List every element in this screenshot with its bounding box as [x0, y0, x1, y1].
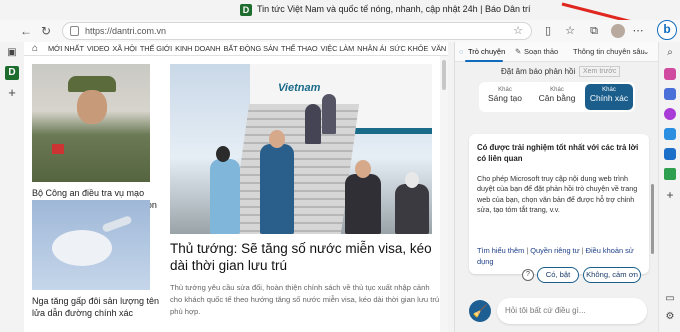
title-bar: D Tin tức Việt Nam và quốc tế nóng, nhan… [0, 0, 680, 30]
chat-scrollbar-thumb[interactable] [651, 184, 654, 254]
style-balanced-button[interactable]: Khác Cân bằng [533, 84, 581, 110]
chat-input[interactable]: Hỏi tôi bất cứ điều gì... [497, 298, 647, 324]
sidebar-layout-icon[interactable]: ▭ [663, 292, 677, 306]
nav-items: MỚI NHẤT VIDEO XÃ HỘI THẾ GIỚI KINH DOANH BẤT… [48, 44, 448, 53]
new-topic-broom-icon[interactable]: 🧹 [469, 300, 491, 322]
shopping-tag-icon[interactable] [664, 68, 676, 80]
nav-item[interactable]: KINH DOANH [175, 44, 221, 53]
no-thanks-button[interactable]: Không, cảm ơn [583, 267, 641, 283]
hero-airline-logo: Vietnam [278, 82, 321, 94]
privacy-link[interactable]: Quyền riêng tư [530, 246, 579, 255]
conversation-style-selector: Khác Sáng tạo Khác Cân bằng Khác Chính xác [479, 82, 635, 112]
page-scrollbar[interactable] [440, 56, 448, 332]
profile-avatar[interactable] [611, 24, 625, 38]
chat-scrollbar[interactable] [651, 64, 655, 264]
url-text: https://dantri.com.vn [85, 26, 167, 36]
tools-icon[interactable] [664, 88, 676, 100]
nav-item[interactable]: XÃ HỘI [112, 44, 137, 53]
compose-area: 🧹 Hỏi tôi bất cứ điều gì... [455, 294, 658, 332]
search-icon[interactable]: ⌕ [663, 46, 677, 60]
compose-icon: ✎ [515, 47, 522, 56]
new-tab-plus-icon[interactable]: + [5, 86, 19, 100]
nav-item[interactable]: MỚI NHẤT [48, 44, 84, 53]
tab-chat[interactable]: Trò chuyện [468, 47, 505, 56]
nav-item[interactable]: VIDEO [87, 44, 110, 53]
page-scrollbar-thumb[interactable] [442, 60, 446, 90]
browser-toolbar: ← ↻ https://dantri.com.vn ☆ ▯ ☆ ⧉ ⋯ [0, 20, 680, 42]
lock-icon [70, 26, 79, 36]
preview-tag: Xem trước [579, 66, 621, 77]
tab-insights[interactable]: Thông tin chuyên sâu [573, 47, 645, 56]
nav-item[interactable]: THẾ GIỚI [140, 44, 172, 53]
refresh-icon[interactable]: ↻ [38, 23, 54, 39]
story1-image[interactable] [32, 64, 150, 182]
copilot-chat-panel: ◌ Trò chuyện ✎ Soạn thảo Thông tin chuyê… [454, 42, 658, 332]
hero-title[interactable]: Thủ tướng: Sẽ tăng số nước miễn visa, ké… [170, 240, 440, 274]
games-icon[interactable] [664, 108, 676, 120]
style-precise-button[interactable]: Khác Chính xác [585, 84, 633, 110]
active-tab-indicator [465, 60, 503, 62]
hero-description: Thủ tướng yêu cầu sửa đổi, hoàn thiện ch… [170, 283, 440, 316]
chat-tabs: ◌ Trò chuyện ✎ Soạn thảo Thông tin chuyê… [455, 42, 658, 62]
nav-item[interactable]: VĂN HÓA [431, 44, 448, 53]
tab-compose[interactable]: Soạn thảo [524, 47, 558, 56]
add-sidebar-app-icon[interactable]: + [663, 188, 677, 202]
drop-icon[interactable] [664, 168, 676, 180]
edge-sidebar: ⌕ + ▭ ⚙ [658, 42, 680, 332]
window-title: Tin tức Việt Nam và quốc tế nóng, nhanh,… [257, 4, 531, 14]
card-title: Có được trải nghiệm tốt nhất với các trả… [477, 143, 639, 163]
yes-enable-button[interactable]: Có, bật [537, 267, 579, 283]
chat-input-placeholder: Hỏi tôi bất cứ điều gì... [505, 306, 586, 315]
story2-title[interactable]: Nga tăng gấp đôi sản lượng tên lửa dẫn đ… [32, 295, 162, 319]
home-icon[interactable]: ⌂ [32, 43, 38, 54]
outlook-icon[interactable] [664, 148, 676, 160]
favorite-star-icon[interactable]: ☆ [513, 24, 523, 37]
more-menu-icon[interactable]: ⋯ [630, 23, 646, 39]
story2-image[interactable] [32, 200, 150, 290]
style-creative-button[interactable]: Khác Sáng tạo [481, 84, 529, 110]
card-body: Cho phép Microsoft truy cập nội dung web… [477, 174, 638, 214]
hero-image[interactable]: Vietnam [170, 64, 432, 234]
card-links: Tìm hiểu thêm | Quyền riêng tư | Điều kh… [477, 246, 634, 266]
collections-icon[interactable]: ⧉ [586, 23, 602, 39]
nav-item[interactable]: NHÂN ÁI [357, 44, 386, 53]
office-icon[interactable] [664, 128, 676, 140]
tabs-chevron-down-icon[interactable]: ⌄ [643, 47, 649, 56]
address-bar[interactable]: https://dantri.com.vn ☆ [62, 22, 532, 40]
back-arrow-icon[interactable]: ← [18, 23, 34, 39]
favorites-icon[interactable]: ☆ [562, 23, 578, 39]
bing-copilot-icon[interactable]: b [657, 20, 677, 40]
site-nav-bar: ⌂ MỚI NHẤT VIDEO XÃ HỘI THẾ GIỚI KINH DOANH B… [24, 42, 448, 56]
site-favicon: D [240, 4, 252, 16]
tab-dantri[interactable]: D [5, 66, 19, 80]
nav-item[interactable]: SỨC KHỎE [389, 44, 428, 53]
tab-actions-icon[interactable]: ▣ [5, 46, 19, 60]
settings-gear-icon[interactable]: ⚙ [663, 310, 677, 324]
web-page: ⌂ MỚI NHẤT VIDEO XÃ HỘI THẾ GIỚI KINH DOANH B… [24, 42, 448, 332]
permission-card: Có được trải nghiệm tốt nhất với các trả… [469, 134, 649, 274]
vertical-tabs-rail: ▣ D + [0, 42, 24, 332]
nav-item[interactable]: THỂ THAO [281, 44, 318, 53]
help-icon[interactable]: ? [522, 269, 534, 281]
split-screen-icon[interactable]: ▯ [540, 23, 556, 39]
nav-item[interactable]: BẤT ĐỘNG SẢN [224, 44, 279, 53]
chat-bubble-icon: ◌ [459, 47, 464, 56]
style-label: Đặt âm báo phản hồi [501, 67, 576, 76]
learn-more-link[interactable]: Tìm hiểu thêm [477, 246, 524, 255]
nav-item[interactable]: VIỆC LÀM [320, 44, 354, 53]
